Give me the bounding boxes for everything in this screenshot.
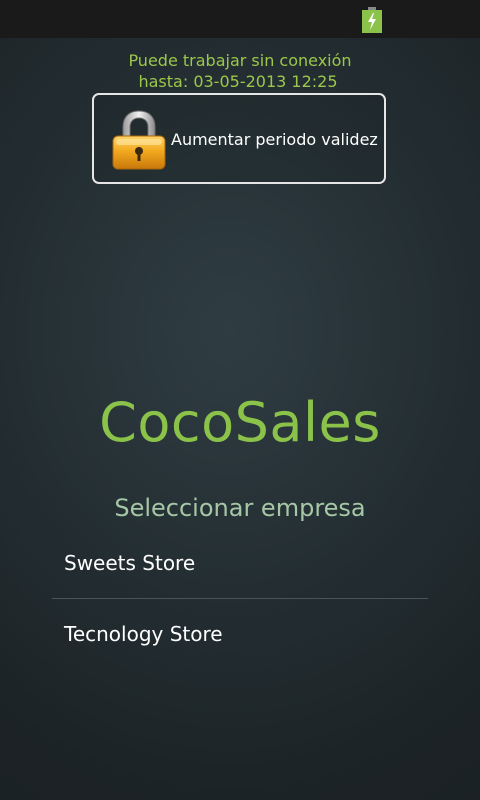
status-bar xyxy=(0,0,480,38)
select-company-heading: Seleccionar empresa xyxy=(114,494,366,522)
padlock-icon xyxy=(112,110,166,170)
offline-notice-line2: hasta: 03-05-2013 12:25 xyxy=(138,72,338,91)
offline-notice-line1: Puede trabajar sin conexión xyxy=(128,51,352,70)
company-item-tecnology-store[interactable]: Tecnology Store xyxy=(52,599,428,669)
company-list: Sweets Store Tecnology Store xyxy=(52,528,428,669)
offline-notice: Puede trabajar sin conexión hasta: 03-05… xyxy=(0,50,480,92)
battery-charging-icon xyxy=(362,7,382,33)
app-title: CocoSales xyxy=(99,391,381,454)
company-item-sweets-store[interactable]: Sweets Store xyxy=(52,528,428,598)
extend-validity-button[interactable]: Aumentar periodo validez xyxy=(92,93,386,184)
extend-validity-label: Aumentar periodo validez xyxy=(171,130,378,149)
